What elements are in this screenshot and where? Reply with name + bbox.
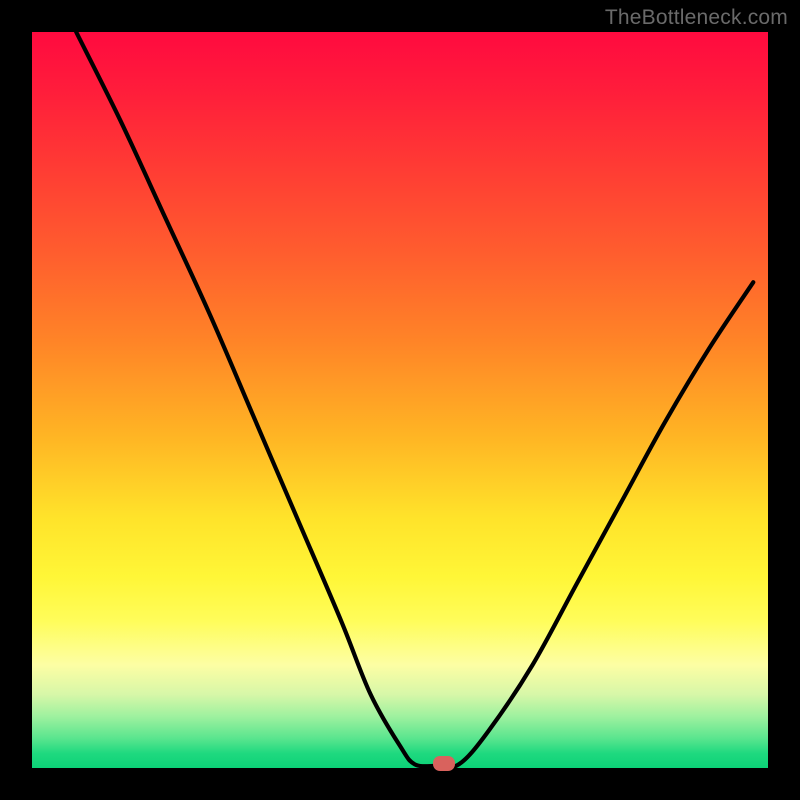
minimum-marker [433, 756, 455, 771]
chart-frame: TheBottleneck.com [0, 0, 800, 800]
plot-area [32, 32, 768, 768]
bottleneck-curve [32, 32, 768, 768]
watermark-text: TheBottleneck.com [605, 6, 788, 30]
